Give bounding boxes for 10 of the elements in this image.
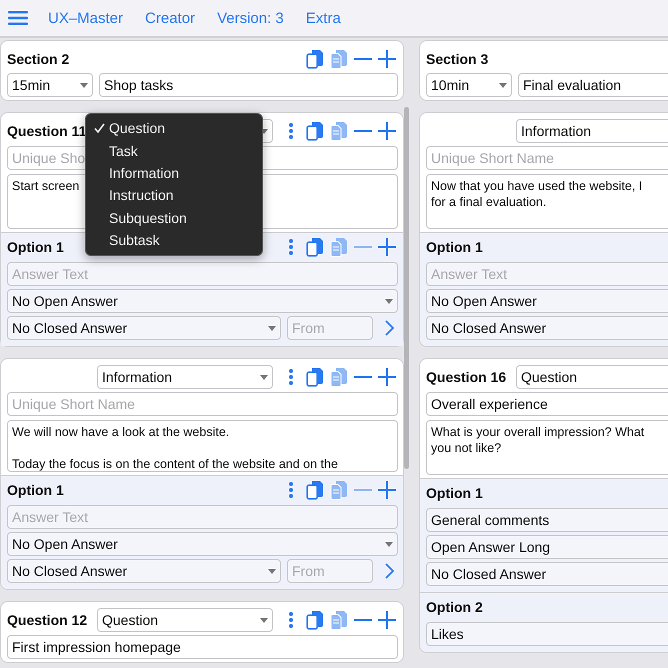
section-title: Section 3: [426, 51, 488, 67]
question-title: Question 16: [426, 369, 508, 385]
option-title: Option 2: [426, 599, 483, 615]
question-title: Question 12: [7, 612, 88, 628]
section-title: Section 2: [7, 51, 70, 67]
option-title: Option 1: [426, 485, 483, 501]
option-title: Option 1: [7, 239, 64, 255]
option-title: Option 1: [7, 482, 64, 498]
question-title: Question 11: [7, 123, 88, 139]
option-title: Option 1: [426, 239, 483, 255]
